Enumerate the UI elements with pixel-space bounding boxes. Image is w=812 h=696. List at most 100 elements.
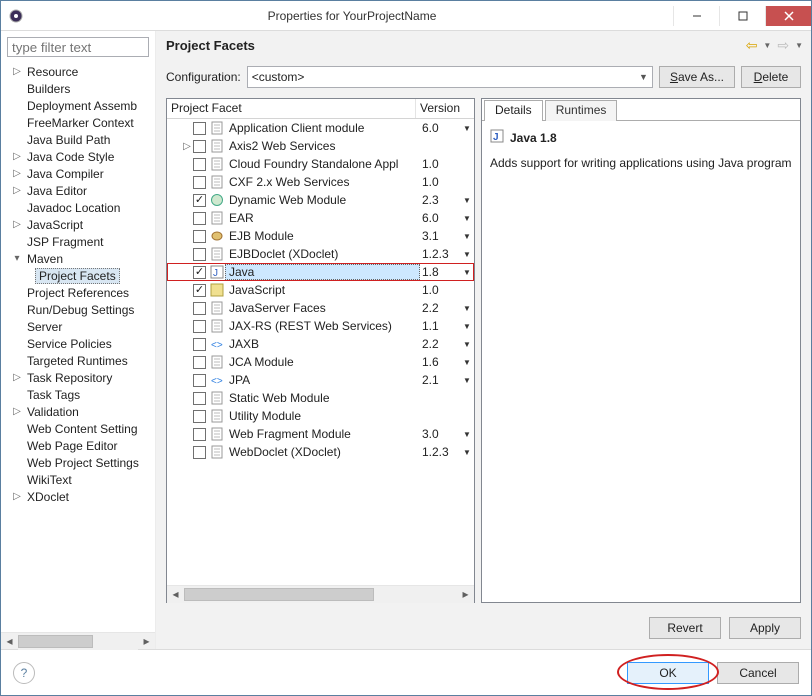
version-dropdown-icon[interactable]: ▼ — [460, 376, 474, 385]
sidebar-item[interactable]: Server — [5, 318, 155, 335]
facet-checkbox[interactable] — [193, 374, 206, 387]
facet-checkbox[interactable] — [193, 392, 206, 405]
version-dropdown-icon[interactable]: ▼ — [460, 340, 474, 349]
facet-row[interactable]: JAX-RS (REST Web Services)1.1▼ — [167, 317, 474, 335]
scroll-thumb[interactable] — [184, 588, 374, 601]
chevron-right-icon[interactable]: ▷ — [11, 151, 23, 162]
facet-row[interactable]: Web Fragment Module3.0▼ — [167, 425, 474, 443]
sidebar-item[interactable]: ▷XDoclet — [5, 488, 155, 505]
scroll-left-icon[interactable]: ◂ — [1, 633, 18, 650]
facet-checkbox[interactable] — [193, 428, 206, 441]
scroll-left-icon[interactable]: ◂ — [167, 586, 184, 603]
sidebar-item[interactable]: ▷Validation — [5, 403, 155, 420]
facet-row[interactable]: <>JAXB2.2▼ — [167, 335, 474, 353]
sidebar-item[interactable]: ▾Maven — [5, 250, 155, 267]
sidebar-item[interactable]: Web Content Setting — [5, 420, 155, 437]
category-tree[interactable]: ▷ResourceBuildersDeployment AssembFreeMa… — [1, 63, 155, 632]
filter-input[interactable] — [7, 37, 149, 57]
scroll-right-icon[interactable]: ▸ — [457, 586, 474, 603]
facet-checkbox[interactable] — [193, 356, 206, 369]
facet-row[interactable]: Application Client module6.0▼ — [167, 119, 474, 137]
sidebar-item[interactable]: Run/Debug Settings — [5, 301, 155, 318]
facet-checkbox[interactable] — [193, 140, 206, 153]
facet-checkbox[interactable] — [193, 230, 206, 243]
sidebar-item[interactable]: Deployment Assemb — [5, 97, 155, 114]
forward-menu-icon[interactable]: ▼ — [795, 41, 803, 50]
facet-row[interactable]: ▷Axis2 Web Services — [167, 137, 474, 155]
facet-row[interactable]: EAR6.0▼ — [167, 209, 474, 227]
minimize-button[interactable] — [673, 6, 719, 26]
sidebar-item[interactable]: WikiText — [5, 471, 155, 488]
facet-list[interactable]: Application Client module6.0▼▷Axis2 Web … — [167, 119, 474, 585]
version-dropdown-icon[interactable]: ▼ — [460, 232, 474, 241]
facet-checkbox[interactable] — [193, 176, 206, 189]
chevron-right-icon[interactable]: ▷ — [11, 372, 23, 383]
sidebar-item[interactable]: ▷Task Repository — [5, 369, 155, 386]
sidebar-item[interactable]: Java Build Path — [5, 131, 155, 148]
tab-runtimes[interactable]: Runtimes — [545, 100, 618, 121]
sidebar-item[interactable]: Service Policies — [5, 335, 155, 352]
tab-details[interactable]: Details — [484, 100, 543, 121]
version-dropdown-icon[interactable]: ▼ — [460, 214, 474, 223]
facet-row[interactable]: JJava1.8▼ — [167, 263, 474, 281]
facet-row[interactable]: EJBDoclet (XDoclet)1.2.3▼ — [167, 245, 474, 263]
version-dropdown-icon[interactable]: ▼ — [460, 250, 474, 259]
facet-checkbox[interactable] — [193, 212, 206, 225]
sidebar-item[interactable]: Project References — [5, 284, 155, 301]
chevron-right-icon[interactable]: ▷ — [11, 66, 23, 77]
back-icon[interactable]: ⇦ — [746, 37, 758, 54]
revert-button[interactable]: Revert — [649, 617, 721, 639]
version-dropdown-icon[interactable]: ▼ — [460, 196, 474, 205]
close-button[interactable] — [765, 6, 811, 26]
facet-checkbox[interactable] — [193, 248, 206, 261]
chevron-right-icon[interactable]: ▷ — [11, 491, 23, 502]
facet-checkbox[interactable] — [193, 338, 206, 351]
sidebar-item[interactable]: ▷Resource — [5, 63, 155, 80]
sidebar-item[interactable]: Task Tags — [5, 386, 155, 403]
sidebar-item[interactable]: ▷Java Editor — [5, 182, 155, 199]
version-dropdown-icon[interactable]: ▼ — [460, 322, 474, 331]
apply-button[interactable]: Apply — [729, 617, 801, 639]
sidebar-item[interactable]: ▷Java Code Style — [5, 148, 155, 165]
chevron-right-icon[interactable]: ▷ — [11, 219, 23, 230]
sidebar-item[interactable]: Project Facets — [5, 267, 155, 284]
facet-row[interactable]: EJB Module3.1▼ — [167, 227, 474, 245]
facet-checkbox[interactable] — [193, 446, 206, 459]
ok-button[interactable]: OK — [627, 662, 709, 684]
facet-row[interactable]: Utility Module — [167, 407, 474, 425]
facet-row[interactable]: Static Web Module — [167, 389, 474, 407]
sidebar-item[interactable]: Builders — [5, 80, 155, 97]
sidebar-item[interactable]: FreeMarker Context — [5, 114, 155, 131]
scroll-right-icon[interactable]: ▸ — [138, 633, 155, 650]
sidebar-item[interactable]: ▷Java Compiler — [5, 165, 155, 182]
facet-checkbox[interactable] — [193, 266, 206, 279]
sidebar-item[interactable]: Targeted Runtimes — [5, 352, 155, 369]
facet-checkbox[interactable] — [193, 410, 206, 423]
chevron-right-icon[interactable]: ▷ — [181, 141, 193, 152]
save-as-button[interactable]: Save As... — [659, 66, 735, 88]
sidebar-item[interactable]: Web Page Editor — [5, 437, 155, 454]
version-dropdown-icon[interactable]: ▼ — [460, 304, 474, 313]
facet-checkbox[interactable] — [193, 302, 206, 315]
help-icon[interactable]: ? — [13, 662, 35, 684]
sidebar-item[interactable]: Web Project Settings — [5, 454, 155, 471]
facet-checkbox[interactable] — [193, 284, 206, 297]
chevron-right-icon[interactable]: ▷ — [11, 185, 23, 196]
facet-checkbox[interactable] — [193, 320, 206, 333]
facet-checkbox[interactable] — [193, 158, 206, 171]
facet-row[interactable]: CXF 2.x Web Services1.0 — [167, 173, 474, 191]
version-dropdown-icon[interactable]: ▼ — [460, 430, 474, 439]
facet-checkbox[interactable] — [193, 194, 206, 207]
facet-row[interactable]: WebDoclet (XDoclet)1.2.3▼ — [167, 443, 474, 461]
facet-row[interactable]: JavaScript1.0 — [167, 281, 474, 299]
sidebar-item[interactable]: Javadoc Location — [5, 199, 155, 216]
version-dropdown-icon[interactable]: ▼ — [460, 268, 474, 277]
facet-row[interactable]: JCA Module1.6▼ — [167, 353, 474, 371]
back-menu-icon[interactable]: ▼ — [763, 41, 771, 50]
col-facet[interactable]: Project Facet — [167, 99, 416, 118]
facet-row[interactable]: Cloud Foundry Standalone Appl1.0 — [167, 155, 474, 173]
chevron-down-icon[interactable]: ▾ — [11, 253, 23, 264]
version-dropdown-icon[interactable]: ▼ — [460, 448, 474, 457]
cancel-button[interactable]: Cancel — [717, 662, 799, 684]
scroll-thumb[interactable] — [18, 635, 93, 648]
